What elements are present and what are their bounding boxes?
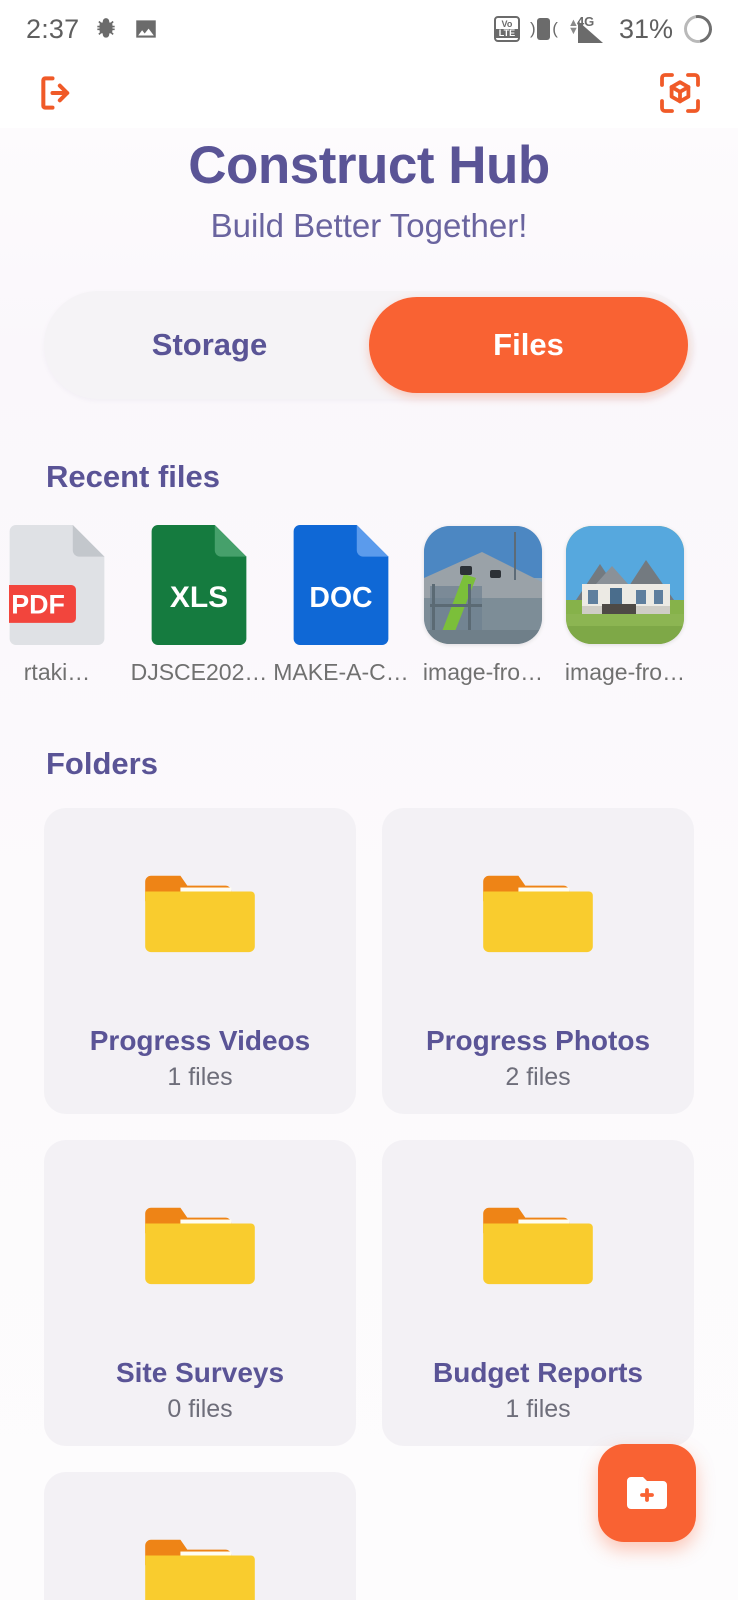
folder-file-count: 2 files — [505, 1063, 571, 1092]
folder-card[interactable]: Progress Videos 1 files — [44, 808, 356, 1115]
folder-icon — [145, 876, 255, 953]
recent-file-item[interactable]: image-fro… — [412, 523, 554, 686]
folder-name: Budget Reports — [433, 1357, 643, 1389]
status-bar-left: 2:37 — [26, 14, 159, 45]
folder-card[interactable]: Budget Reports 1 files — [382, 1140, 694, 1447]
folder-file-count: 1 files — [167, 1063, 233, 1092]
file-label: image-fro… — [564, 659, 686, 686]
page-subtitle: Build Better Together! — [210, 207, 528, 245]
house-photo-thumbnail — [566, 526, 684, 645]
recent-file-item[interactable]: XLS DJSCE202… — [128, 523, 270, 686]
file-thumbnail — [554, 523, 696, 647]
folder-icon — [483, 876, 593, 953]
file-label: rtaki… — [23, 659, 91, 686]
tab-files[interactable]: Files — [369, 297, 688, 394]
file-label: image-fro… — [422, 659, 544, 686]
svg-text:XLS: XLS — [170, 581, 228, 614]
image-icon — [136, 20, 157, 38]
svg-text:PDF: PDF — [11, 590, 65, 620]
pdf-file-icon: PDF — [9, 525, 105, 646]
folder-card[interactable]: Site Surveys 0 files — [44, 1140, 356, 1447]
recent-files-list[interactable]: PDF rtaki… XLS DJSCE202… DOC MAKE-A-C… i… — [0, 523, 738, 686]
view-tabs: Storage Files — [44, 291, 694, 400]
folder-icon — [145, 1208, 255, 1285]
page-title: Construct Hub — [188, 136, 550, 195]
create-folder-fab[interactable] — [598, 1444, 696, 1542]
folder-icon — [483, 1208, 593, 1285]
ar-cube-scan-icon — [660, 73, 700, 113]
folder-card[interactable]: Progress Photos 2 files — [382, 808, 694, 1115]
folders-heading: Folders — [46, 746, 158, 782]
vibrate-icon: ) ( — [529, 18, 558, 40]
volte-icon: Vo LTE — [493, 16, 520, 42]
bug-icon — [97, 18, 116, 38]
battery-icon — [678, 9, 718, 49]
battery-percent: 31% — [618, 13, 673, 44]
file-thumbnail: XLS — [128, 523, 270, 647]
construction-photo-thumbnail — [424, 526, 542, 645]
status-time: 2:37 — [26, 13, 80, 44]
folder-name: Site Surveys — [115, 1357, 285, 1389]
folder-name: Progress Photos — [425, 1025, 651, 1057]
folder-icon — [145, 1540, 255, 1600]
logout-icon — [41, 76, 70, 110]
ar-scan-button[interactable] — [656, 69, 704, 117]
app-bar — [0, 58, 738, 128]
folder-card[interactable] — [44, 1472, 356, 1600]
svg-text:DOC: DOC — [309, 582, 372, 614]
recent-file-item[interactable]: PDF rtaki… — [0, 523, 128, 686]
recent-file-item[interactable]: image-fro… — [554, 523, 696, 686]
file-label: MAKE-A-C… — [273, 659, 409, 686]
recent-files-heading: Recent files — [46, 459, 221, 495]
file-thumbnail: PDF — [0, 523, 128, 647]
folder-file-count: 1 files — [505, 1395, 571, 1424]
status-bar-right: Vo LTE ) ( ▲ ▼ 4G 31% — [493, 9, 718, 49]
recent-file-item[interactable]: DOC MAKE-A-C… — [270, 523, 412, 686]
app-screen: 2:37 Vo LTE ) ( ▲ ▼ 4G 31% Construct Hub… — [0, 0, 738, 1600]
file-label: DJSCE202… — [130, 659, 268, 686]
status-bar: 2:37 Vo LTE ) ( ▲ ▼ 4G 31% — [0, 0, 738, 58]
file-thumbnail — [412, 523, 554, 647]
folder-plus-icon — [627, 1477, 667, 1509]
folder-name: Progress Videos — [89, 1025, 311, 1057]
file-thumbnail: DOC — [270, 523, 412, 647]
signal-4g-icon: ▲ ▼ 4G — [568, 14, 608, 43]
logout-button[interactable] — [34, 69, 82, 117]
folder-file-count: 0 files — [167, 1395, 233, 1424]
xls-file-icon: XLS — [151, 525, 247, 646]
doc-file-icon: DOC — [293, 525, 389, 646]
tab-storage[interactable]: Storage — [50, 297, 369, 393]
hero-header: Construct Hub Build Better Together! — [0, 128, 738, 245]
